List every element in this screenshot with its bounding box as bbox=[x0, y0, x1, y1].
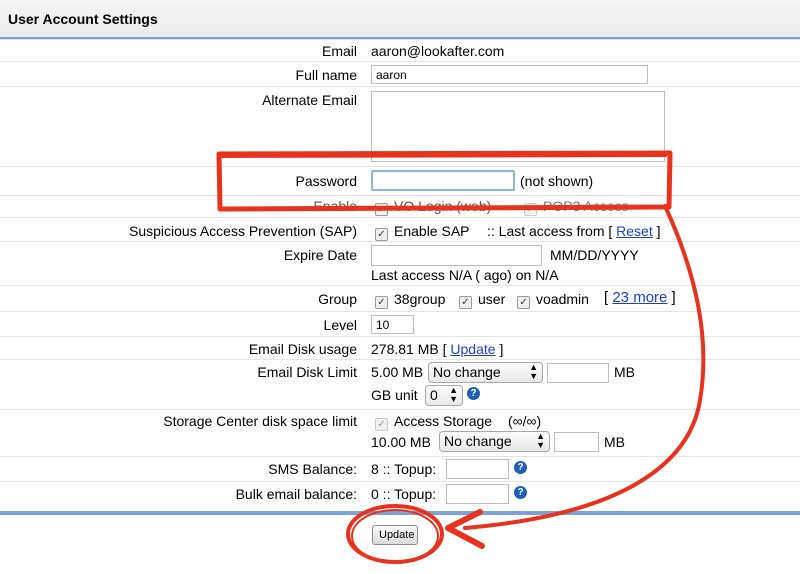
storage-current: 10.00 MB bbox=[371, 434, 431, 450]
more-groups-link[interactable]: 23 more bbox=[612, 289, 667, 306]
email-limit-input[interactable] bbox=[547, 363, 609, 383]
storage-limit-input[interactable] bbox=[554, 432, 599, 452]
update-button[interactable]: Update bbox=[372, 525, 418, 545]
checkmark-icon: ✓ bbox=[517, 296, 530, 309]
row-email: Email aaron@lookafter.com bbox=[0, 39, 800, 62]
row-email-disk-limit: Email Disk Limit 5.00 MB No change ▲ ▼ MB … bbox=[0, 359, 800, 410]
storage-limit-unit: MB bbox=[604, 434, 625, 450]
password-input[interactable] bbox=[371, 170, 515, 191]
updown-arrow-icon: ▲ ▼ bbox=[449, 385, 458, 404]
email-limit-unit: MB bbox=[614, 364, 635, 380]
sap-last-access: :: Last access from [ Reset ] bbox=[487, 223, 661, 239]
page-header: User Account Settings bbox=[0, 0, 800, 39]
email-label: Email bbox=[321, 43, 357, 59]
storage-center-label: Storage Center disk space limit bbox=[163, 413, 357, 429]
row-sms-balance: SMS Balance: 8 :: Topup: ? bbox=[0, 456, 800, 482]
full-name-input[interactable] bbox=[371, 65, 648, 84]
row-expire-date: Expire Date MM/DD/YYYY Last access N/A (… bbox=[0, 241, 800, 286]
email-limit-select[interactable]: No change ▲ ▼ bbox=[428, 362, 543, 383]
group-more: [ 23 more ] bbox=[604, 289, 676, 306]
question-help-icon[interactable]: ? bbox=[514, 486, 527, 499]
level-input[interactable] bbox=[371, 315, 414, 334]
group-option-voadmin[interactable]: ✓ voadmin bbox=[517, 291, 589, 309]
access-storage-checkbox[interactable]: ✓ Access Storage bbox=[375, 413, 492, 431]
checkmark-icon: ✓ bbox=[524, 203, 537, 216]
footer-divider bbox=[0, 511, 800, 515]
question-help-icon[interactable]: ? bbox=[467, 387, 480, 400]
date-format-hint: MM/DD/YYYY bbox=[550, 247, 639, 263]
checkmark-icon: ✓ bbox=[375, 418, 388, 431]
row-bulk-email-balance: Bulk email balance: 0 :: Topup: ? bbox=[0, 481, 800, 509]
update-usage-link[interactable]: Update bbox=[450, 341, 495, 357]
annotation-arrowhead bbox=[445, 509, 485, 549]
group-label: Group bbox=[318, 291, 357, 307]
row-full-name: Full name bbox=[0, 61, 800, 87]
password-note: (not shown) bbox=[520, 173, 594, 189]
email-disk-limit-current: 5.00 MB bbox=[371, 364, 424, 380]
email-disk-usage-label: Email Disk usage bbox=[248, 341, 357, 357]
vo-login-option[interactable]: ✓ VO Login (web) bbox=[375, 198, 491, 216]
gb-unit-select[interactable]: 0 ▲ ▼ bbox=[425, 385, 463, 406]
enable-sap-checkbox[interactable]: ✓ Enable SAP bbox=[375, 223, 470, 241]
bulk-email-label: Bulk email balance: bbox=[235, 486, 357, 502]
pop3-option[interactable]: ✓ POP3 Access bbox=[524, 198, 629, 216]
row-alternate-email: Alternate Email bbox=[0, 86, 800, 167]
checkmark-icon: ✓ bbox=[375, 296, 388, 309]
password-label: Password bbox=[295, 173, 357, 189]
updown-arrow-icon: ▲ ▼ bbox=[536, 431, 545, 450]
row-email-disk-usage: Email Disk usage 278.81 MB [ Update ] bbox=[0, 336, 800, 360]
row-password: Password (not shown) bbox=[0, 166, 800, 196]
sms-balance-label: SMS Balance: bbox=[268, 461, 357, 477]
group-option-38group[interactable]: ✓ 38group bbox=[375, 291, 445, 309]
expire-date-label: Expire Date bbox=[283, 247, 357, 263]
sms-balance-value: 8 :: Topup: bbox=[371, 461, 437, 477]
full-name-label: Full name bbox=[295, 67, 357, 83]
enable-label: Enable bbox=[313, 198, 357, 214]
updown-arrow-icon: ▲ ▼ bbox=[529, 362, 538, 381]
level-label: Level bbox=[323, 317, 357, 333]
checkmark-icon: ✓ bbox=[459, 296, 472, 309]
storage-usage: (∞/∞) bbox=[508, 413, 542, 429]
row-storage-center: Storage Center disk space limit ✓ Access … bbox=[0, 409, 800, 457]
group-option-user[interactable]: ✓ user bbox=[459, 291, 505, 309]
email-value: aaron@lookafter.com bbox=[371, 43, 505, 59]
sms-topup-input[interactable] bbox=[446, 459, 509, 479]
reset-link[interactable]: Reset bbox=[616, 223, 653, 239]
email-disk-usage-value: 278.81 MB [ Update ] bbox=[371, 341, 504, 357]
expire-last-access: Last access N/A ( ago) on N/A bbox=[371, 267, 559, 283]
row-enable: Enable ✓ VO Login (web) ✓ POP3 Access bbox=[0, 195, 800, 218]
sap-label: Suspicious Access Prevention (SAP) bbox=[129, 223, 357, 239]
alternate-email-textarea[interactable] bbox=[371, 91, 665, 162]
email-disk-limit-label: Email Disk Limit bbox=[257, 364, 357, 380]
row-level: Level bbox=[0, 311, 800, 337]
expire-date-input[interactable] bbox=[371, 245, 542, 266]
bulk-email-value: 0 :: Topup: bbox=[371, 486, 437, 502]
bulk-email-topup-input[interactable] bbox=[446, 484, 509, 504]
gb-unit-label: GB unit bbox=[371, 387, 418, 403]
checkmark-icon: ✓ bbox=[375, 203, 388, 216]
row-group: Group ✓ 38group ✓ user ✓ voadmin [ 23 more … bbox=[0, 285, 800, 312]
row-sap: Suspicious Access Prevention (SAP) ✓ Enab… bbox=[0, 217, 800, 242]
storage-limit-select[interactable]: No change ▲ ▼ bbox=[439, 431, 550, 452]
question-help-icon[interactable]: ? bbox=[514, 461, 527, 474]
alternate-email-label: Alternate Email bbox=[262, 92, 357, 108]
checkmark-icon: ✓ bbox=[375, 228, 388, 241]
page-title: User Account Settings bbox=[8, 11, 158, 27]
